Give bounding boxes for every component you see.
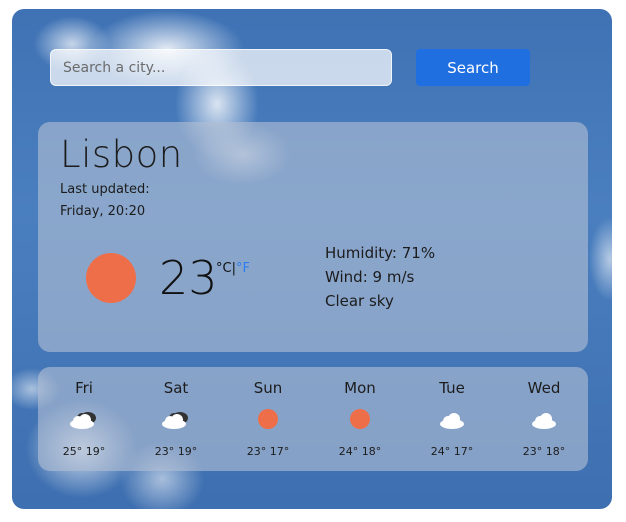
forecast-day-name: Fri (75, 379, 93, 397)
weather-details: Humidity: 71% Wind: 9 m/s Clear sky (325, 241, 435, 313)
celsius-unit[interactable]: °C (216, 261, 232, 276)
unit-toggle: °C|°F (216, 261, 250, 276)
search-button[interactable]: Search (416, 49, 530, 86)
search-bar: Search (50, 49, 530, 86)
last-updated-time: Friday, 20:20 (60, 204, 146, 219)
forecast-temps: 23° 17° (246, 445, 290, 458)
forecast-day-name: Mon (344, 379, 376, 397)
forecast-day: Fri 25° 19° (38, 367, 130, 471)
sun-shape (258, 409, 278, 429)
forecast-day: Sat 23° 19° (130, 367, 222, 471)
forecast-temps: 24° 18° (338, 445, 382, 458)
forecast-day: Sun 23° 17° (222, 367, 314, 471)
fahrenheit-link[interactable]: °F (236, 261, 250, 276)
cloud-icon (436, 409, 468, 431)
wind: Wind: 9 m/s (325, 268, 415, 286)
sun-shape (350, 409, 370, 429)
search-input[interactable] (50, 49, 392, 86)
sun-icon (86, 253, 136, 303)
forecast-temps: 23° 19° (154, 445, 198, 458)
last-updated-label: Last updated: (60, 182, 150, 197)
condition: Clear sky (325, 292, 394, 310)
city-name: Lisbon (60, 133, 183, 176)
forecast-day: Wed 23° 18° (498, 367, 590, 471)
humidity: Humidity: 71% (325, 244, 436, 262)
forecast-day: Tue 24° 17° (406, 367, 498, 471)
current-weather-card: Lisbon Last updated: Friday, 20:20 23 °C… (38, 122, 588, 352)
forecast-day-name: Sun (253, 379, 283, 397)
forecast-day-name: Sat (163, 379, 189, 397)
forecast-temps: 23° 18° (522, 445, 566, 458)
dark-cloud-icon (160, 409, 192, 431)
cloud-icon (528, 409, 560, 431)
forecast-temps: 25° 19° (62, 445, 106, 458)
current-temperature: 23 (159, 251, 218, 305)
forecast-card: Fri 25° 19° Sat 23° 19° Sun 23° 17° Mon … (38, 367, 588, 471)
forecast-temps: 24° 17° (430, 445, 474, 458)
dark-cloud-icon (68, 409, 100, 431)
sun-icon (252, 409, 284, 431)
weather-app: Search Lisbon Last updated: Friday, 20:2… (12, 9, 612, 509)
forecast-day: Mon 24° 18° (314, 367, 406, 471)
forecast-day-name: Tue (439, 379, 465, 397)
sun-icon (344, 409, 376, 431)
forecast-day-name: Wed (527, 379, 561, 397)
